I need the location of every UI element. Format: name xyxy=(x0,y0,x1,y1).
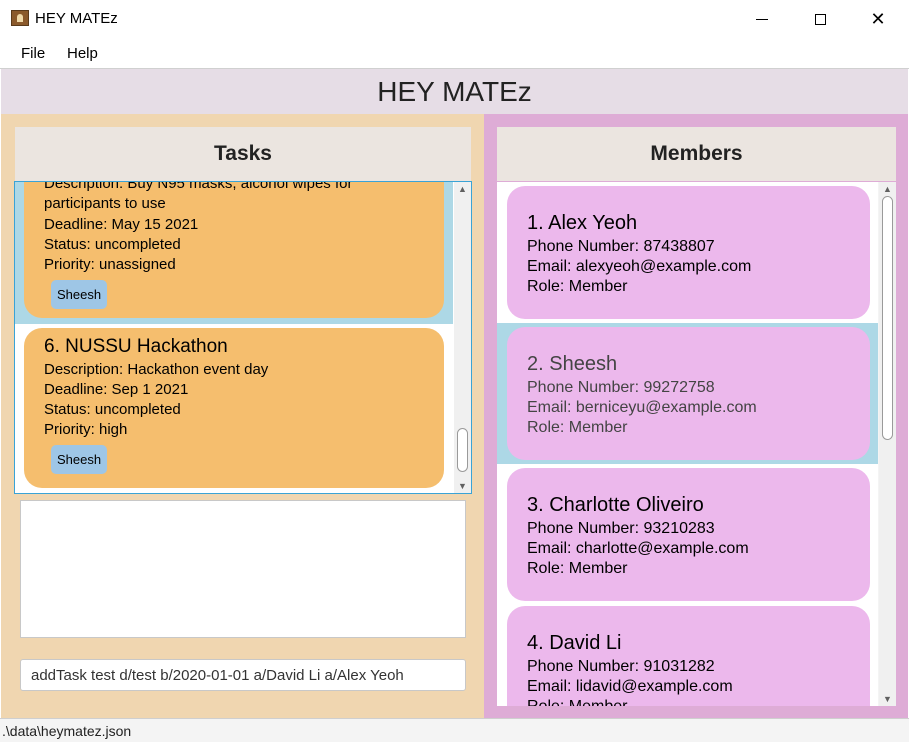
title-bar: HEY MATEz ✕ xyxy=(0,0,909,38)
scroll-up-icon[interactable]: ▲ xyxy=(454,182,471,196)
member-role: Role: Member xyxy=(527,560,628,577)
data-file-path: .\data\heymatez.json xyxy=(2,723,132,739)
task-description: Description: Buy N95 masks, alcohol wipe… xyxy=(44,181,353,192)
task-list-row[interactable]: 6. NUSSU Hackathon Description: Hackatho… xyxy=(15,324,453,493)
command-input[interactable] xyxy=(20,659,466,691)
member-card[interactable]: 3. Charlotte Oliveiro Phone Number: 9321… xyxy=(507,468,870,601)
members-panel-title: Members xyxy=(497,127,896,181)
member-email: Email: berniceyu@example.com xyxy=(527,399,757,416)
task-list-row-selected[interactable]: Description: Buy N95 masks, alcohol wipe… xyxy=(15,181,453,324)
menu-bar: File Help xyxy=(0,38,909,69)
member-role: Role: Member xyxy=(527,697,627,706)
member-role: Role: Member xyxy=(527,278,628,295)
member-role: Role: Member xyxy=(527,419,628,436)
member-phone: Phone Number: 91031282 xyxy=(527,658,715,675)
task-name: 6. NUSSU Hackathon xyxy=(44,336,228,357)
scroll-down-icon[interactable]: ▼ xyxy=(454,479,471,493)
member-card[interactable]: 2. Sheesh Phone Number: 99272758 Email: … xyxy=(507,327,870,460)
minimize-icon xyxy=(756,18,768,20)
menu-file[interactable]: File xyxy=(21,45,45,62)
task-status: Status: uncompleted xyxy=(44,401,181,418)
member-scrollbar-thumb[interactable] xyxy=(882,196,893,440)
app-header: HEY MATEz xyxy=(1,69,908,114)
member-name: 3. Charlotte Oliveiro xyxy=(527,494,704,516)
app-title: HEY MATEz xyxy=(377,75,532,107)
task-deadline: Deadline: Sep 1 2021 xyxy=(44,381,189,398)
minimize-button[interactable] xyxy=(733,0,791,38)
member-list-row[interactable]: 4. David Li Phone Number: 91031282 Email… xyxy=(497,605,878,706)
member-phone: Phone Number: 93210283 xyxy=(527,520,715,537)
task-scrollbar-thumb[interactable] xyxy=(457,427,468,472)
members-pane: Members 1. Alex Yeoh Phone Number: 87438… xyxy=(484,114,908,718)
task-priority: Priority: unassigned xyxy=(44,256,176,273)
member-list[interactable]: 1. Alex Yeoh Phone Number: 87438807 Emai… xyxy=(497,182,896,706)
task-status: Status: uncompleted xyxy=(44,236,181,253)
member-name: 4. David Li xyxy=(527,632,622,654)
member-list-row-selected[interactable]: 2. Sheesh Phone Number: 99272758 Email: … xyxy=(497,323,878,464)
task-priority: Priority: high xyxy=(44,421,128,438)
task-deadline: Deadline: May 15 2021 xyxy=(44,216,199,233)
task-description: Description: Hackathon event day xyxy=(44,361,269,378)
member-list-scrollbar[interactable]: ▲ ▼ xyxy=(879,182,896,706)
task-tag: Sheesh xyxy=(51,280,108,309)
member-name: 2. Sheesh xyxy=(527,353,618,375)
tasks-panel-title: Tasks xyxy=(15,127,471,181)
task-card[interactable]: Description: Buy N95 masks, alcohol wipe… xyxy=(24,181,444,318)
scroll-up-icon[interactable]: ▲ xyxy=(879,182,896,196)
maximize-button[interactable] xyxy=(791,0,849,38)
member-list-row[interactable]: 3. Charlotte Oliveiro Phone Number: 9321… xyxy=(497,464,878,605)
window-title: HEY MATEz xyxy=(35,10,118,27)
member-email: Email: lidavid@example.com xyxy=(527,678,733,695)
scroll-down-icon[interactable]: ▼ xyxy=(879,692,896,706)
member-card[interactable]: 4. David Li Phone Number: 91031282 Email… xyxy=(507,606,870,706)
member-list-row[interactable]: 1. Alex Yeoh Phone Number: 87438807 Emai… xyxy=(497,182,878,323)
member-card[interactable]: 1. Alex Yeoh Phone Number: 87438807 Emai… xyxy=(507,186,870,319)
menu-help[interactable]: Help xyxy=(67,45,98,62)
close-button[interactable]: ✕ xyxy=(849,0,907,38)
task-tag: Sheesh xyxy=(51,445,108,474)
member-email: Email: charlotte@example.com xyxy=(527,540,749,557)
member-phone: Phone Number: 87438807 xyxy=(527,238,715,255)
task-list[interactable]: Description: Buy N95 masks, alcohol wipe… xyxy=(14,181,472,494)
maximize-icon xyxy=(814,13,826,25)
task-card[interactable]: 6. NUSSU Hackathon Description: Hackatho… xyxy=(24,328,444,488)
member-name: 1. Alex Yeoh xyxy=(527,212,638,234)
task-description-continued: participants to use xyxy=(44,195,166,212)
task-list-scrollbar[interactable]: ▲ ▼ xyxy=(454,182,471,493)
member-email: Email: alexyeoh@example.com xyxy=(527,258,752,275)
close-icon: ✕ xyxy=(870,8,886,29)
address-book-icon xyxy=(11,10,29,26)
member-phone: Phone Number: 99272758 xyxy=(527,379,715,396)
tasks-pane: Tasks Description: Buy N95 masks, alcoho… xyxy=(1,114,484,718)
status-bar: .\data\heymatez.json xyxy=(0,718,909,742)
result-display[interactable] xyxy=(20,500,466,638)
